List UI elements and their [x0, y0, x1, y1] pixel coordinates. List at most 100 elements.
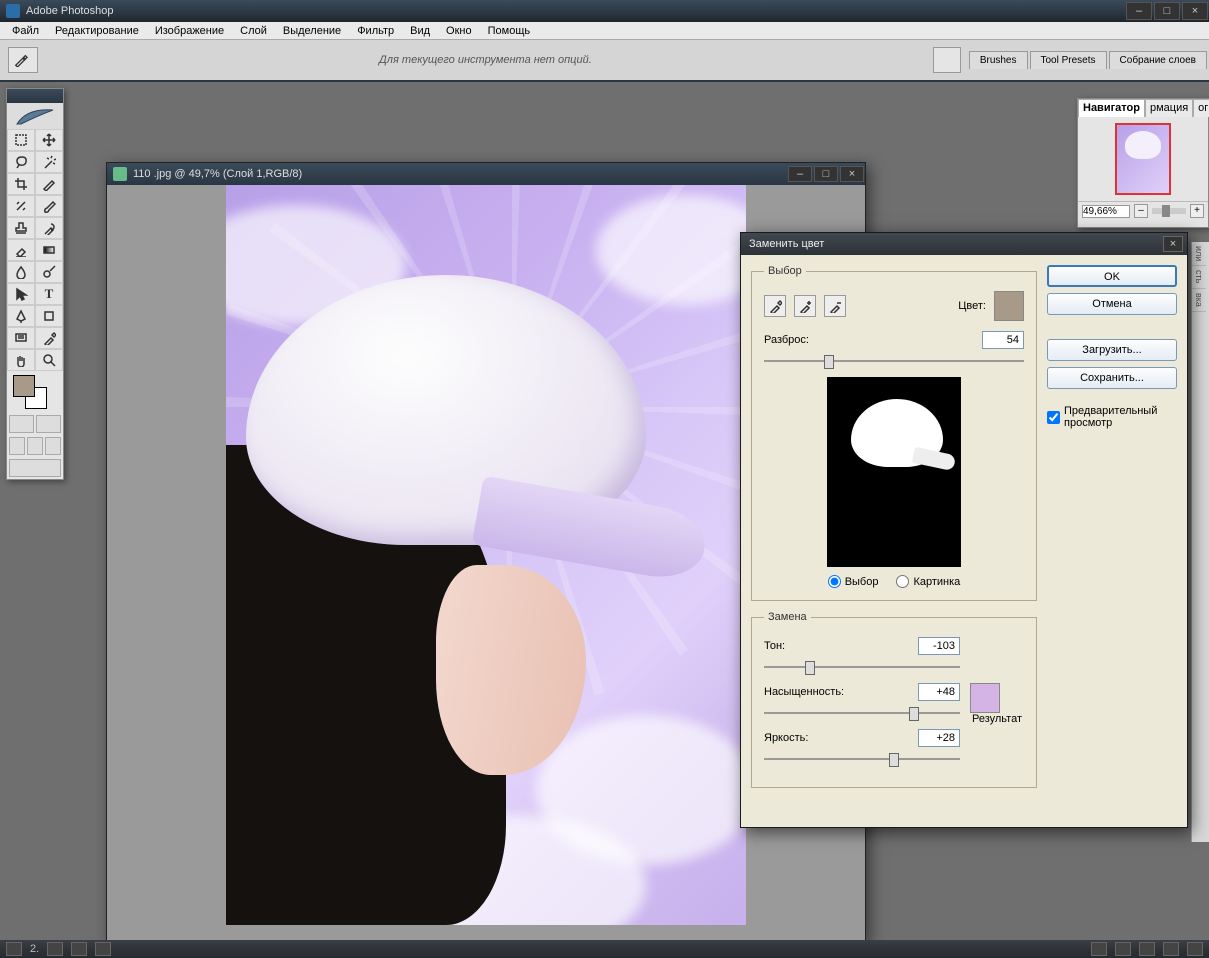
eyedropper-subtract-button[interactable] — [824, 295, 846, 317]
shape-tool[interactable] — [35, 305, 63, 327]
pen-tool[interactable] — [7, 305, 35, 327]
histogram-tab[interactable]: огра — [1193, 99, 1209, 117]
stub-tab-1[interactable]: или — [1192, 242, 1206, 266]
hand-tool[interactable] — [7, 349, 35, 371]
path-select-tool[interactable] — [7, 283, 35, 305]
save-button[interactable]: Сохранить... — [1047, 367, 1177, 389]
palette-well-icon[interactable] — [933, 47, 961, 73]
status-icon-r5[interactable] — [1187, 942, 1203, 956]
lightness-slider[interactable] — [764, 751, 960, 767]
status-icon-r4[interactable] — [1163, 942, 1179, 956]
quickmask-mode-button[interactable] — [36, 415, 61, 433]
heal-tool[interactable] — [7, 195, 35, 217]
menu-select[interactable]: Выделение — [275, 23, 349, 39]
menu-filter[interactable]: Фильтр — [349, 23, 402, 39]
well-tab-brushes[interactable]: Brushes — [969, 51, 1028, 69]
stamp-tool[interactable] — [7, 217, 35, 239]
hue-label: Тон: — [764, 640, 785, 652]
foreground-color-swatch[interactable] — [13, 375, 35, 397]
doc-close-button[interactable]: × — [840, 166, 864, 182]
menu-file[interactable]: Файл — [4, 23, 47, 39]
eyedropper-tool[interactable] — [35, 327, 63, 349]
fuzziness-input[interactable] — [982, 331, 1024, 349]
menu-view[interactable]: Вид — [402, 23, 438, 39]
zoom-in-button[interactable]: + — [1190, 204, 1204, 218]
status-icon-r1[interactable] — [1091, 942, 1107, 956]
screen-fullmenu-button[interactable] — [27, 437, 43, 455]
brush-tool[interactable] — [35, 195, 63, 217]
marquee-tool[interactable] — [7, 129, 35, 151]
zoom-out-button[interactable]: – — [1134, 204, 1148, 218]
menu-image[interactable]: Изображение — [147, 23, 232, 39]
move-tool[interactable] — [35, 129, 63, 151]
stub-tab-3[interactable]: вка — [1192, 289, 1206, 312]
stub-tab-2[interactable]: сть — [1192, 266, 1206, 288]
document-titlebar[interactable]: 110 .jpg @ 49,7% (Слой 1,RGB/8) – □ × — [107, 163, 865, 185]
well-tab-toolpresets[interactable]: Tool Presets — [1030, 51, 1107, 69]
saturation-input[interactable] — [918, 683, 960, 701]
preview-checkbox[interactable]: Предварительный просмотр — [1047, 405, 1177, 429]
gradient-tool[interactable] — [35, 239, 63, 261]
mask-mode-row — [7, 413, 63, 435]
status-icon-r2[interactable] — [1115, 942, 1131, 956]
standard-mode-button[interactable] — [9, 415, 34, 433]
lightness-input[interactable] — [918, 729, 960, 747]
tool-preset-picker[interactable] — [8, 47, 38, 73]
status-icon-3[interactable] — [95, 942, 111, 956]
result-color-swatch[interactable] — [970, 683, 1000, 713]
selected-color-swatch[interactable] — [994, 291, 1024, 321]
screen-standard-button[interactable] — [9, 437, 25, 455]
fuzziness-label: Разброс: — [764, 334, 809, 346]
hue-input[interactable] — [918, 637, 960, 655]
lasso-tool[interactable] — [7, 151, 35, 173]
wand-tool[interactable] — [35, 151, 63, 173]
menu-edit[interactable]: Редактирование — [47, 23, 147, 39]
history-brush-tool[interactable] — [35, 217, 63, 239]
window-maximize-button[interactable]: □ — [1154, 2, 1180, 20]
radio-selection[interactable]: Выбор — [828, 575, 879, 588]
jump-to-imageready-button[interactable] — [9, 459, 61, 477]
navigator-zoom-slider[interactable] — [1152, 208, 1186, 214]
dodge-tool[interactable] — [35, 261, 63, 283]
crop-tool[interactable] — [7, 173, 35, 195]
fuzziness-slider[interactable] — [764, 353, 1024, 369]
radio-image[interactable]: Картинка — [896, 575, 960, 588]
eyedropper-button[interactable] — [764, 295, 786, 317]
eyedropper-add-button[interactable] — [794, 295, 816, 317]
navigator-zoom-field[interactable] — [1082, 205, 1130, 218]
status-icon-r3[interactable] — [1139, 942, 1155, 956]
status-icon-1[interactable] — [47, 942, 63, 956]
navigator-tab[interactable]: Навигатор — [1078, 99, 1145, 117]
window-minimize-button[interactable]: – — [1126, 2, 1152, 20]
blur-tool[interactable] — [7, 261, 35, 283]
dialog-close-button[interactable]: × — [1163, 236, 1183, 252]
well-tab-layercomps[interactable]: Собрание слоев — [1109, 51, 1207, 69]
screen-full-button[interactable] — [45, 437, 61, 455]
window-close-button[interactable]: × — [1182, 2, 1208, 20]
menu-help[interactable]: Помощь — [480, 23, 539, 39]
color-swatches[interactable] — [7, 371, 63, 413]
zoom-tool[interactable] — [35, 349, 63, 371]
menu-window[interactable]: Окно — [438, 23, 480, 39]
doc-maximize-button[interactable]: □ — [814, 166, 838, 182]
replace-color-dialog: Заменить цвет × Выбор — [740, 232, 1188, 828]
dialog-titlebar[interactable]: Заменить цвет × — [741, 233, 1187, 255]
info-tab[interactable]: рмация — [1145, 99, 1193, 117]
load-button[interactable]: Загрузить... — [1047, 339, 1177, 361]
toolbox-handle[interactable] — [7, 89, 63, 103]
hue-slider[interactable] — [764, 659, 960, 675]
ok-button[interactable]: OK — [1047, 265, 1177, 287]
saturation-slider[interactable] — [764, 705, 960, 721]
app-titlebar: Adobe Photoshop – □ × — [0, 0, 1209, 22]
cancel-button[interactable]: Отмена — [1047, 293, 1177, 315]
eraser-tool[interactable] — [7, 239, 35, 261]
slice-tool[interactable] — [35, 173, 63, 195]
status-icon-2[interactable] — [71, 942, 87, 956]
doc-minimize-button[interactable]: – — [788, 166, 812, 182]
navigator-panel: Навигатор рмация огра – + — [1077, 98, 1209, 228]
notes-tool[interactable] — [7, 327, 35, 349]
navigator-thumbnail[interactable] — [1115, 123, 1171, 195]
type-tool[interactable]: T — [35, 283, 63, 305]
status-doc-icon[interactable] — [6, 942, 22, 956]
menu-layer[interactable]: Слой — [232, 23, 275, 39]
